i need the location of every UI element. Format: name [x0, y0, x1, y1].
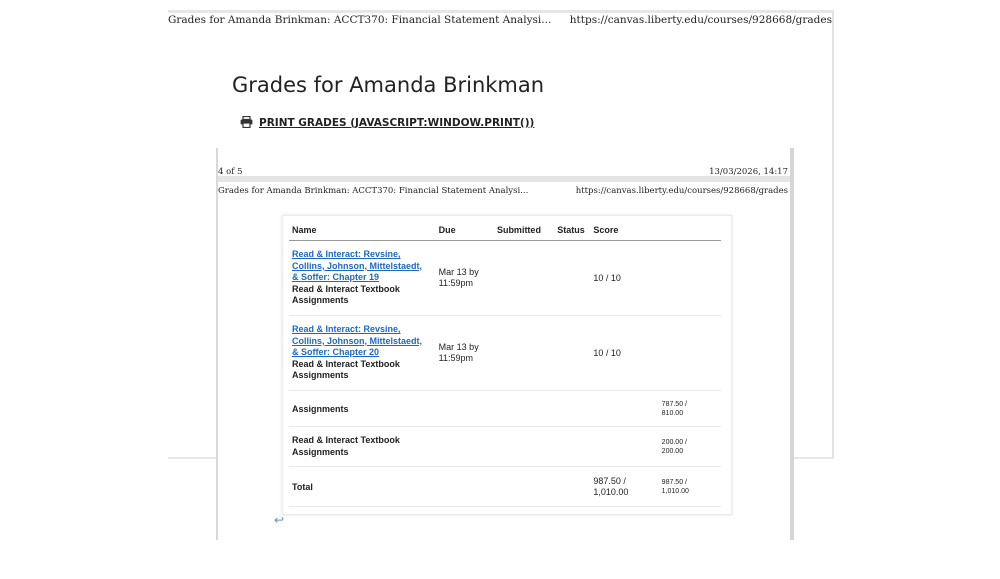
total-label: Total — [289, 466, 436, 507]
page-title: Grades for Amanda Brinkman — [232, 73, 545, 97]
score-cell: 10 / 10 — [590, 315, 659, 391]
column-header-due[interactable]: Due — [435, 224, 494, 241]
status-cell — [554, 240, 591, 316]
assignment-name-cell: Read & Interact: Revsine, Collins, Johns… — [289, 315, 436, 391]
column-header-status[interactable]: Status — [554, 224, 591, 241]
score-cell: 10 / 10 — [590, 240, 659, 316]
page-divider — [218, 176, 790, 182]
group-total-cell: 787.50 / 810.00 — [658, 390, 721, 427]
submitted-cell — [493, 315, 555, 391]
assignment-link[interactable]: Read & Interact: Revsine, Collins, Johns… — [292, 324, 433, 359]
total-cell — [658, 240, 721, 316]
print-grades-label[interactable]: PRINT GRADES (JAVASCRIPT:WINDOW.PRINT()) — [259, 117, 534, 129]
due-date-cell: Mar 13 by 11:59pm — [435, 315, 494, 391]
printer-icon — [240, 113, 253, 132]
group-row: Assignments 787.50 / 810.00 — [289, 390, 721, 427]
due-date-cell: Mar 13 by 11:59pm — [435, 240, 494, 316]
table-row: Read & Interact: Revsine, Collins, Johns… — [289, 315, 721, 391]
assignment-name-cell: Read & Interact: Revsine, Collins, Johns… — [289, 240, 436, 316]
group-row: Read & Interact Textbook Assignments 200… — [289, 426, 721, 467]
print-header-title: Grades for Amanda Brinkman: ACCT370: Fin… — [168, 14, 552, 26]
group-total-cell: 200.00 / 200.00 — [658, 426, 721, 467]
column-header-name[interactable]: Name — [289, 224, 436, 241]
print-grades-link[interactable]: PRINT GRADES (JAVASCRIPT:WINDOW.PRINT()) — [240, 113, 534, 132]
column-header-score[interactable]: Score — [590, 224, 659, 241]
total-points-cell: 987.50 / 1,010.00 — [658, 466, 721, 507]
table-row: Read & Interact: Revsine, Collins, Johns… — [289, 240, 721, 316]
printed-page-inner: 4 of 5 13/03/2026, 14:17 Grades for Aman… — [216, 148, 794, 540]
assignment-category: Read & Interact Textbook Assignments — [292, 283, 400, 306]
column-header-submitted[interactable]: Submitted — [493, 224, 555, 241]
total-cell — [658, 315, 721, 391]
submitted-cell — [493, 240, 555, 316]
grades-card: Name Due Submitted Status Score Read & I… — [282, 215, 732, 515]
column-header-total — [658, 224, 721, 241]
inner-header-url: https://canvas.liberty.edu/courses/92866… — [575, 186, 788, 196]
grades-table: Name Due Submitted Status Score Read & I… — [289, 224, 721, 507]
assignment-link[interactable]: Read & Interact: Revsine, Collins, Johns… — [292, 249, 433, 284]
total-row: Total 987.50 / 1,010.00 987.50 / 1,010.0… — [289, 466, 721, 507]
inner-header-title: Grades for Amanda Brinkman: ACCT370: Fin… — [218, 186, 529, 196]
group-name-cell: Assignments — [289, 390, 436, 427]
print-header-url: https://canvas.liberty.edu/courses/92866… — [569, 14, 832, 26]
status-cell — [554, 315, 591, 391]
table-header-row: Name Due Submitted Status Score — [289, 224, 721, 241]
group-name-cell: Read & Interact Textbook Assignments — [289, 426, 436, 467]
total-score-cell: 987.50 / 1,010.00 — [590, 466, 659, 507]
undo-icon[interactable]: ↩ — [274, 513, 284, 527]
assignment-category: Read & Interact Textbook Assignments — [292, 358, 400, 381]
